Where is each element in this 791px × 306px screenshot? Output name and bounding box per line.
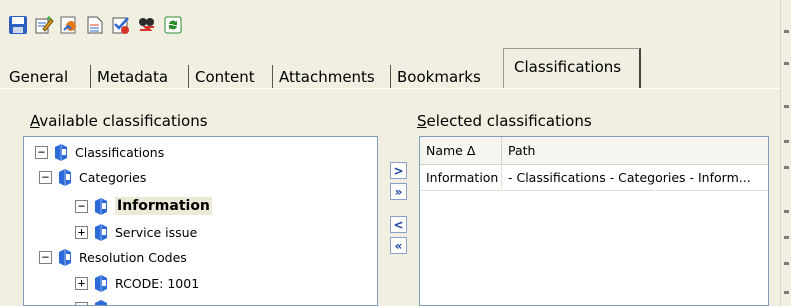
classification-folder-icon xyxy=(95,224,107,241)
remove-button[interactable]: < xyxy=(390,216,407,233)
remove-all-button[interactable]: « xyxy=(390,237,407,254)
edge-marker xyxy=(784,105,789,108)
edge-marker xyxy=(784,291,789,294)
tree-node-resolution-codes[interactable]: − Resolution Codes xyxy=(39,246,187,268)
classification-folder-icon xyxy=(95,198,107,215)
tab-general[interactable]: General xyxy=(3,65,91,89)
sort-ascending-icon: Δ xyxy=(466,143,476,158)
collapse-icon[interactable]: − xyxy=(39,170,52,184)
available-classifications-tree[interactable]: − Classifications − Categories − Informa… xyxy=(23,136,378,306)
edge-marker xyxy=(784,62,789,65)
transfer-icon[interactable] xyxy=(136,14,158,36)
refresh-icon[interactable] xyxy=(162,14,184,36)
classification-folder-icon xyxy=(59,249,71,266)
collapse-icon[interactable]: − xyxy=(35,145,48,159)
edge-marker xyxy=(784,236,789,239)
classification-folder-icon xyxy=(59,169,71,186)
column-header-path[interactable]: Path xyxy=(502,137,768,164)
table-row[interactable]: Information - Classifications - Categori… xyxy=(420,165,768,191)
tree-node-rcode-1001[interactable]: + RCODE: 1001 xyxy=(75,272,199,294)
document-icon[interactable] xyxy=(84,14,106,36)
available-classifications-label: Available classifications xyxy=(30,112,208,130)
classification-folder-icon xyxy=(95,300,107,305)
assign-icon[interactable] xyxy=(58,14,80,36)
edge-marker xyxy=(784,30,789,33)
tree-node-categories[interactable]: − Categories xyxy=(39,166,146,188)
toolbar xyxy=(0,0,780,44)
tree-node-information[interactable]: − Information xyxy=(75,195,212,217)
tab-classifications[interactable]: Classifications xyxy=(503,48,641,89)
tab-bookmarks[interactable]: Bookmarks xyxy=(391,65,503,89)
cell-name: Information xyxy=(420,165,502,190)
selected-classifications-label: Selected classifications xyxy=(417,112,592,130)
tree-node-service-issue[interactable]: + Service issue xyxy=(75,221,197,243)
tab-divider xyxy=(0,88,780,89)
expand-icon xyxy=(75,301,88,305)
selected-classifications-grid[interactable]: Name Δ Path Information - Classification… xyxy=(419,136,769,306)
add-all-button[interactable]: » xyxy=(390,183,407,200)
edge-marker xyxy=(784,210,789,213)
tab-strip: General Metadata Content Attachments Boo… xyxy=(0,46,780,89)
edge-marker xyxy=(784,140,789,143)
save-icon[interactable] xyxy=(7,14,29,36)
cell-path: - Classifications - Categories - Inform.… xyxy=(508,170,751,185)
classification-folder-icon xyxy=(55,144,67,161)
tree-node-classifications[interactable]: − Classifications xyxy=(35,141,164,163)
expand-icon[interactable]: + xyxy=(75,276,88,290)
tab-content[interactable]: Content xyxy=(189,65,273,89)
collapse-icon[interactable]: − xyxy=(39,250,52,264)
grid-header: Name Δ Path xyxy=(420,137,768,165)
column-header-name[interactable]: Name Δ xyxy=(420,137,502,164)
expand-icon[interactable]: + xyxy=(75,225,88,239)
tab-attachments[interactable]: Attachments xyxy=(273,65,391,89)
tree-node-partial xyxy=(75,297,115,305)
edge-marker xyxy=(784,166,789,169)
edge-marker xyxy=(784,262,789,265)
edit-notes-icon[interactable] xyxy=(33,14,55,36)
right-panel-edge xyxy=(780,0,791,306)
classification-folder-icon xyxy=(95,275,107,292)
checkout-icon[interactable] xyxy=(110,14,132,36)
add-button[interactable]: > xyxy=(390,162,407,179)
tab-metadata[interactable]: Metadata xyxy=(91,65,189,89)
collapse-icon[interactable]: − xyxy=(75,199,88,213)
